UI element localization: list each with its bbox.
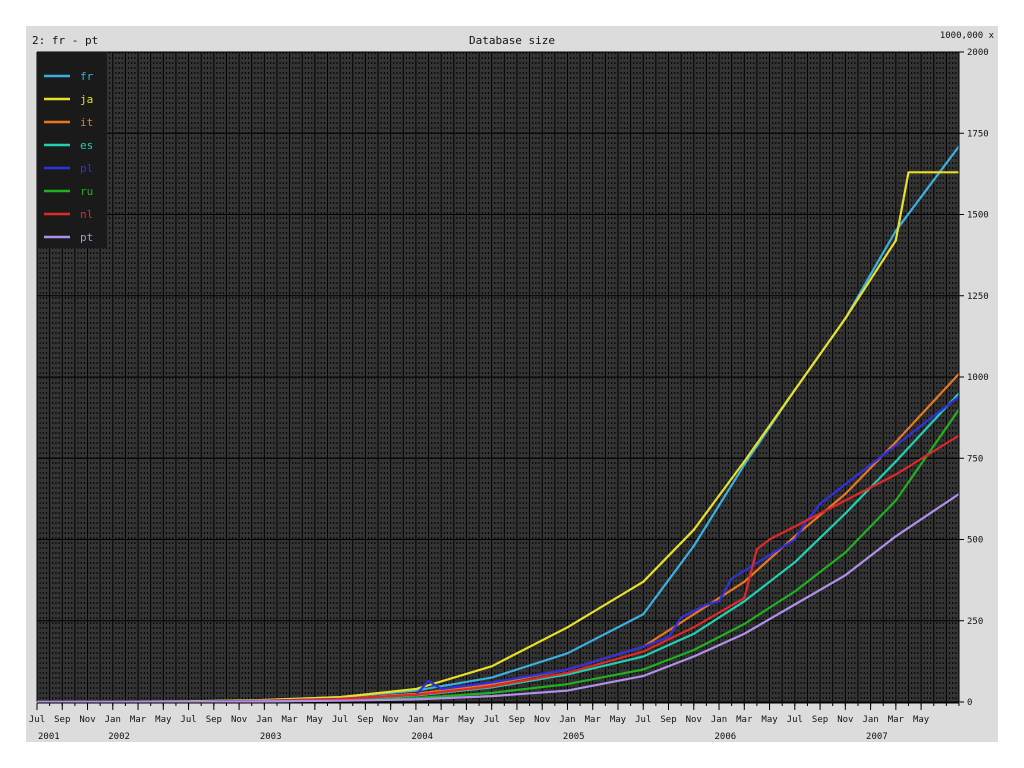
legend-label-pt: pt bbox=[80, 231, 93, 244]
x-year-label: 2003 bbox=[260, 732, 282, 742]
legend-box bbox=[37, 52, 107, 248]
x-tick-label: Nov bbox=[383, 715, 399, 725]
x-year-label: 2007 bbox=[866, 732, 888, 742]
x-tick-label: Nov bbox=[79, 715, 95, 725]
x-tick-label: May bbox=[761, 715, 778, 725]
line-chart: 0 250 500 750 1000 1250 1500 1750 2000 Jul Sep Nov… bbox=[29, 48, 989, 742]
legend-label-fr: fr bbox=[80, 70, 94, 83]
x-tick-label: Jan bbox=[559, 715, 575, 725]
x-tick-label: Jul bbox=[484, 715, 500, 725]
legend-label-it: it bbox=[80, 116, 93, 129]
y-tick-label: 250 bbox=[967, 617, 983, 627]
x-tick-label: Jan bbox=[862, 715, 878, 725]
x-tick-label: Jul bbox=[180, 715, 196, 725]
x-tick-label: Mar bbox=[736, 715, 753, 725]
y-tick-label: 2000 bbox=[967, 48, 989, 58]
y-tick-label: 1000 bbox=[967, 373, 989, 383]
legend-label-pl: pl bbox=[80, 162, 93, 175]
y-tick-label: 1750 bbox=[967, 129, 989, 139]
x-tick-label: Nov bbox=[231, 715, 247, 725]
x-tick-label: Nov bbox=[534, 715, 550, 725]
x-tick-label: Mar bbox=[888, 715, 905, 725]
x-tick-label: Sep bbox=[357, 715, 373, 725]
x-tick-label: Sep bbox=[54, 715, 70, 725]
x-tick-label: Mar bbox=[433, 715, 450, 725]
y-tick-label: 1500 bbox=[967, 211, 989, 221]
x-year-label: 2005 bbox=[563, 732, 585, 742]
x-tick-label: Jul bbox=[635, 715, 651, 725]
x-tick-label: May bbox=[155, 715, 172, 725]
y-axis: 0 250 500 750 1000 1250 1500 1750 2000 bbox=[958, 48, 989, 708]
x-tick-label: Nov bbox=[837, 715, 853, 725]
x-tick-label: Sep bbox=[206, 715, 222, 725]
legend-label-ja: ja bbox=[80, 93, 93, 106]
x-tick-label: May bbox=[458, 715, 475, 725]
y-tick-label: 1250 bbox=[967, 292, 989, 302]
x-axis: Jul Sep Nov Jan Mar May Jul Sep Nov Jan Mar May Jul S… bbox=[29, 702, 960, 742]
x-year-label: 2006 bbox=[714, 732, 736, 742]
x-tick-label: May bbox=[610, 715, 627, 725]
x-year-label: 2002 bbox=[108, 732, 130, 742]
x-tick-label: Jan bbox=[408, 715, 424, 725]
x-tick-label: Sep bbox=[660, 715, 676, 725]
x-tick-label: Sep bbox=[509, 715, 525, 725]
x-tick-label: Jul bbox=[787, 715, 803, 725]
x-tick-label: Sep bbox=[812, 715, 828, 725]
x-tick-label: Mar bbox=[585, 715, 602, 725]
legend-label-nl: nl bbox=[80, 208, 93, 221]
x-tick-label: Jul bbox=[332, 715, 348, 725]
x-tick-label: Jul bbox=[29, 715, 45, 725]
x-tick-label: May bbox=[307, 715, 324, 725]
x-year-label: 2001 bbox=[38, 732, 60, 742]
x-tick-label: Jan bbox=[256, 715, 272, 725]
x-tick-label: Jan bbox=[711, 715, 727, 725]
y-tick-label: 500 bbox=[967, 536, 983, 546]
x-tick-label: Mar bbox=[281, 715, 298, 725]
x-tick-label: May bbox=[913, 715, 930, 725]
x-tick-label: Nov bbox=[686, 715, 702, 725]
legend-label-ru: ru bbox=[80, 185, 93, 198]
legend: fr ja it es pl ru nl pt bbox=[37, 52, 107, 248]
x-tick-label: Jan bbox=[105, 715, 121, 725]
legend-label-es: es bbox=[80, 139, 93, 152]
x-year-label: 2004 bbox=[411, 732, 433, 742]
y-tick-label: 0 bbox=[967, 698, 972, 708]
y-tick-label: 750 bbox=[967, 454, 983, 464]
x-tick-label: Mar bbox=[130, 715, 147, 725]
